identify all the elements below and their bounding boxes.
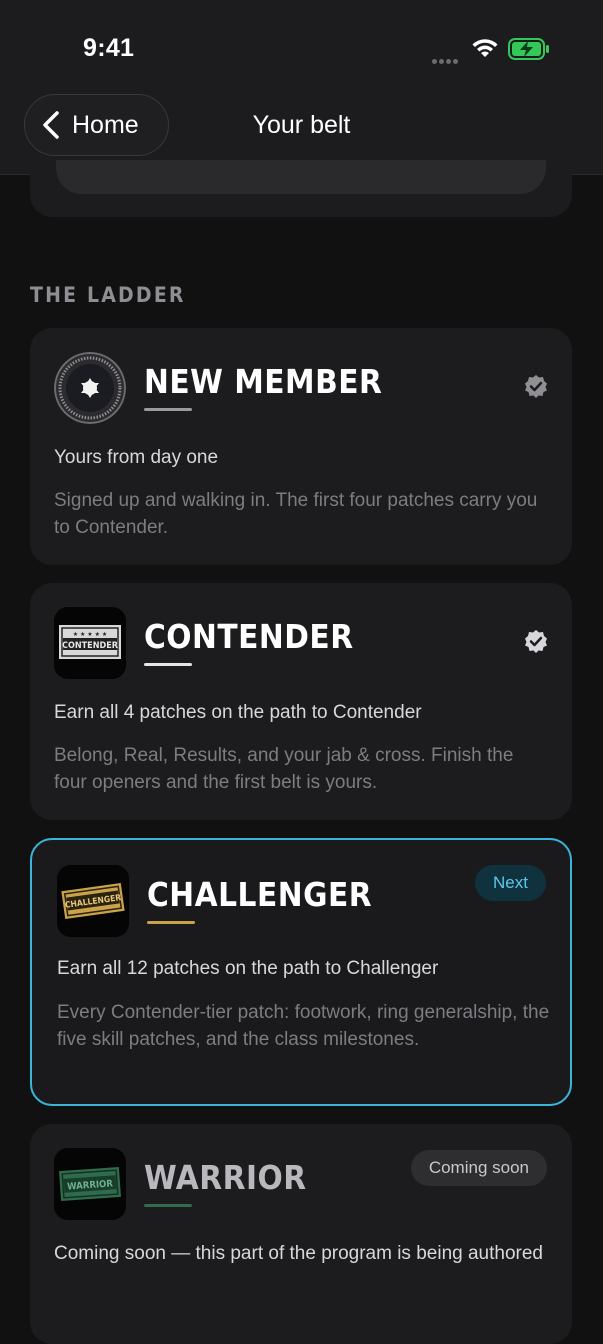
card-title: NEW MEMBER: [144, 362, 383, 401]
card-title: CHALLENGER: [147, 875, 373, 914]
title-underline: [144, 1204, 192, 1207]
warrior-badge: WARRIOR: [54, 1148, 126, 1220]
status-time: 9:41: [83, 34, 135, 62]
contender-badge-text: CONTENDER: [62, 641, 119, 651]
wifi-icon: [472, 39, 498, 57]
svg-text:★ ★ ★ ★ ★: ★ ★ ★ ★ ★: [73, 631, 108, 638]
card-subtitle: Coming soon — this part of the program i…: [54, 1243, 543, 1264]
card-subtitle: Yours from day one: [54, 447, 219, 468]
ladder-card-warrior[interactable]: WARRIOR WARRIOR Coming soon Coming soon …: [30, 1124, 572, 1344]
title-underline: [144, 663, 192, 666]
challenger-badge: CHALLENGER: [57, 865, 129, 937]
ladder-card-challenger[interactable]: CHALLENGER CHALLENGER Next Earn all 12 p…: [30, 838, 572, 1106]
card-description: Belong, Real, Results, and your jab & cr…: [54, 745, 514, 793]
previous-card-button[interactable]: [56, 160, 546, 194]
ladder-card-new-member[interactable]: NEW MEMBER Yours from day one Signed up …: [30, 328, 572, 565]
title-underline: [144, 408, 192, 411]
previous-card: [30, 160, 572, 217]
verified-check-icon: [525, 375, 547, 398]
card-title: WARRIOR: [144, 1158, 307, 1197]
new-member-badge: [54, 352, 126, 424]
card-subtitle: Earn all 12 patches on the path to Chall…: [57, 958, 439, 979]
card-title: CONTENDER: [144, 617, 354, 656]
next-badge: Next: [475, 865, 546, 901]
status-bar: 9:41: [0, 0, 603, 90]
cellular-signal-icon: [432, 51, 460, 69]
page-title: Your belt: [252, 111, 351, 139]
title-underline: [147, 921, 195, 924]
verified-check-icon: [525, 630, 547, 653]
battery-charging-icon: [508, 38, 549, 60]
card-subtitle: Earn all 4 patches on the path to Conten…: [54, 702, 422, 723]
section-title: THE LADDER: [30, 283, 186, 307]
coming-soon-badge: Coming soon: [410, 1150, 547, 1186]
card-description: Every Contender-tier patch: footwork, ri…: [57, 1002, 550, 1050]
card-description: Signed up and walking in. The first four…: [54, 490, 538, 538]
contender-badge: ★ ★ ★ ★ ★ CONTENDER: [54, 607, 126, 679]
ladder-card-contender[interactable]: ★ ★ ★ ★ ★ CONTENDER CONTENDER Earn all 4…: [30, 583, 572, 820]
